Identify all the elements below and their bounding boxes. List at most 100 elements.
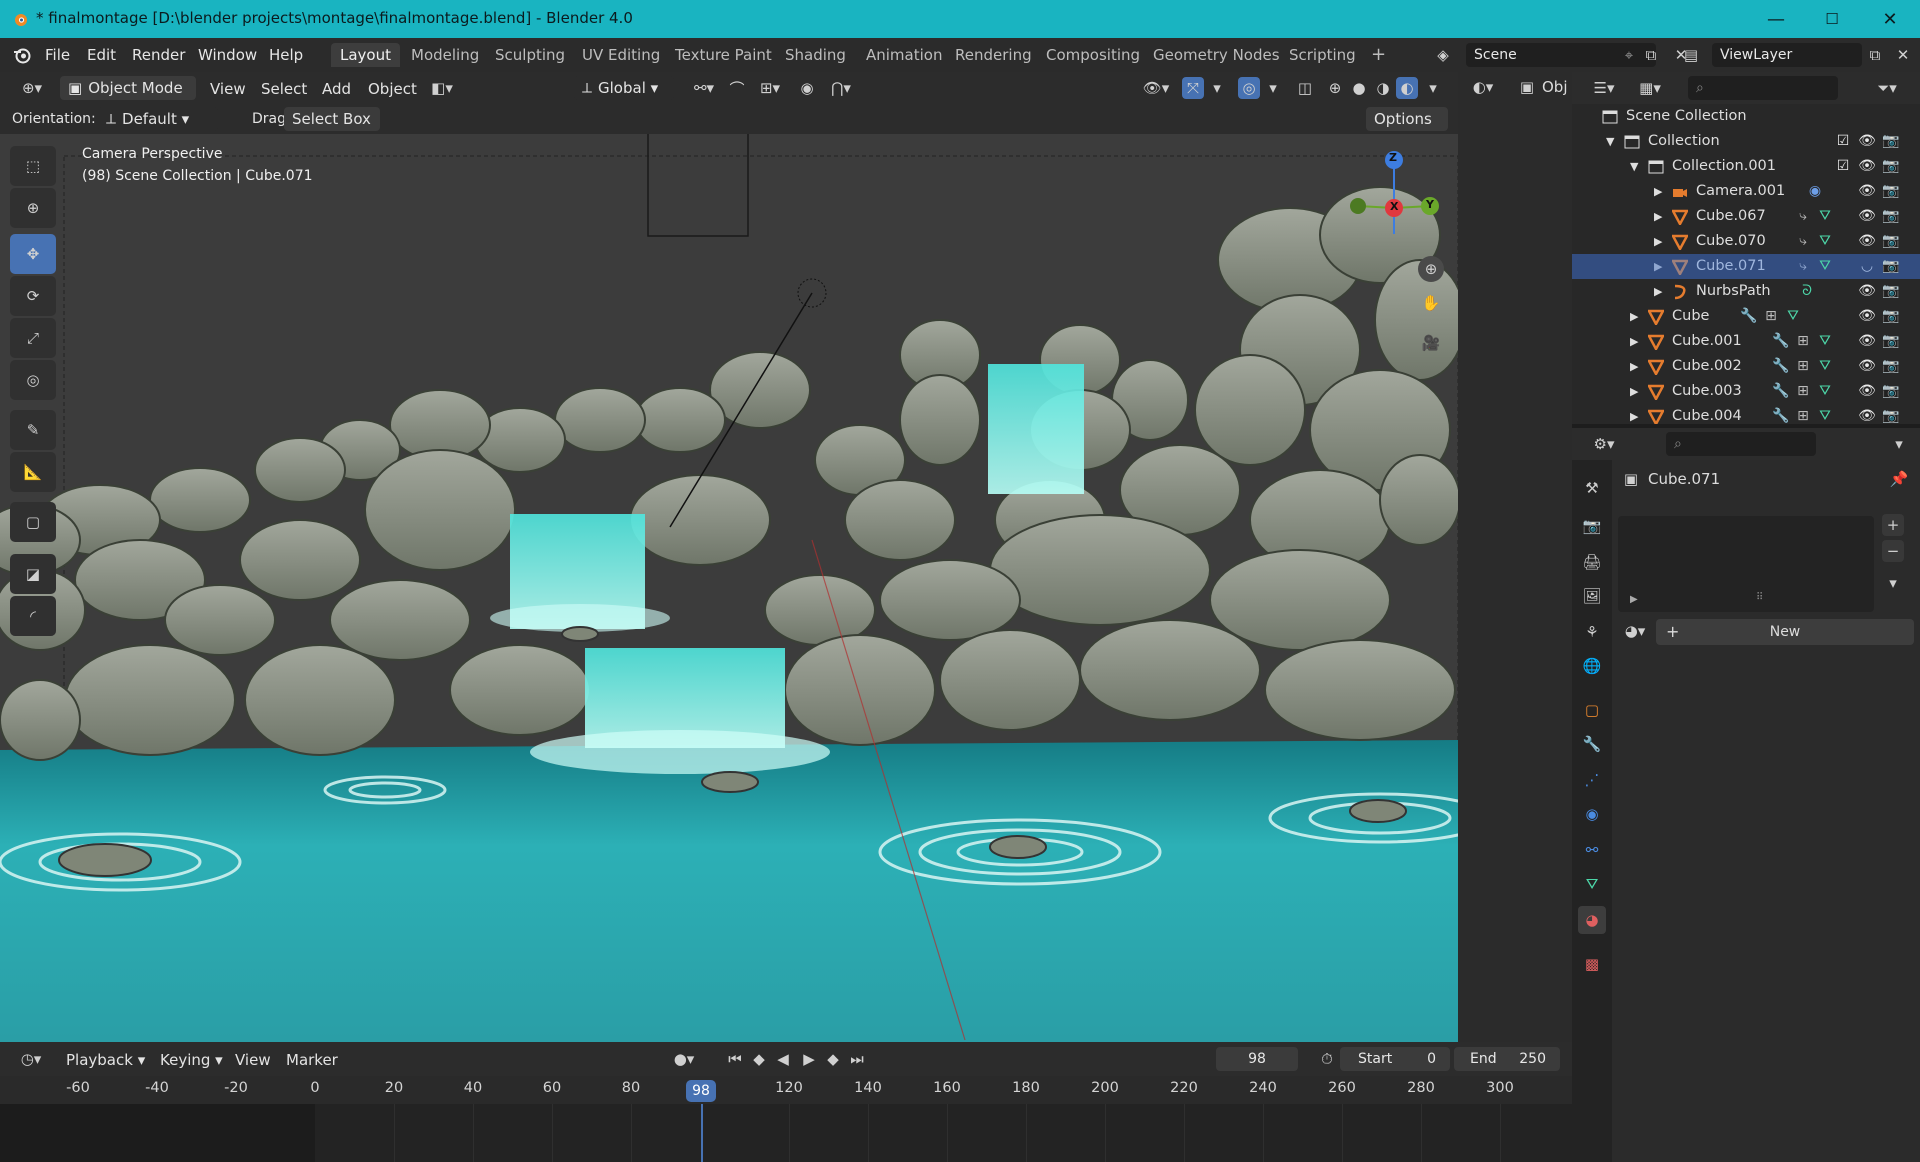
wrench-icon[interactable]: 🔧 (1740, 307, 1758, 325)
outliner-row-selected[interactable]: ▶ Cube.071 ⤷ ⛛ ◡ 📷 (1572, 254, 1920, 279)
mesh-data-icon[interactable]: ⛛ (1816, 407, 1834, 424)
vertex-groups-icon[interactable]: ⊞ (1794, 407, 1812, 424)
visibility-icon[interactable]: 👁▾ (1138, 77, 1174, 99)
particles-tab-icon[interactable]: ⋰ (1578, 766, 1606, 794)
maximize-button[interactable]: ☐ (1804, 0, 1860, 38)
current-frame-field[interactable]: 98 (1216, 1047, 1298, 1071)
next-keyframe-icon[interactable]: ◆ (822, 1048, 844, 1070)
pan-hand-icon[interactable]: ✋ (1418, 290, 1444, 316)
data-tab-icon[interactable]: ⛛ (1578, 870, 1606, 898)
mesh-data-icon[interactable]: ⛛ (1816, 382, 1834, 400)
scene-selector-icon[interactable]: ◈ (1432, 44, 1454, 66)
expand-arrow-icon[interactable]: ▶ (1654, 254, 1662, 279)
timeline-ruler[interactable]: -60 -40 -20 0 20 40 60 80 120 140 160 18… (0, 1076, 1572, 1104)
cursor-tool[interactable]: ⊕ (10, 188, 56, 228)
new-material-button[interactable]: + New (1656, 619, 1914, 645)
checkbox-icon[interactable]: ☑ (1834, 157, 1852, 175)
extra-tool-1[interactable]: ◪ (10, 554, 56, 594)
tab-compositing[interactable]: Compositing (1037, 43, 1149, 67)
eye-icon[interactable]: 👁 (1858, 307, 1876, 325)
camera-render-icon[interactable]: 📷 (1882, 357, 1900, 375)
outliner-row[interactable]: ▶ Cube.001 🔧 ⊞ ⛛ 👁 📷 (1572, 329, 1920, 354)
outliner-search[interactable]: ⌕ (1688, 76, 1838, 100)
tab-modeling[interactable]: Modeling (402, 43, 488, 67)
object-type-icon[interactable]: ▣ (1516, 76, 1538, 98)
tab-geometry-nodes[interactable]: Geometry Nodes (1144, 43, 1289, 67)
eye-icon[interactable]: 👁 (1858, 232, 1876, 250)
tab-uv-editing[interactable]: UV Editing (573, 43, 669, 67)
wrench-icon[interactable]: 🔧 (1772, 332, 1790, 350)
overlay-toggle-icon[interactable]: ◎ (1238, 77, 1260, 99)
tab-texture-paint[interactable]: Texture Paint (666, 43, 781, 67)
pivot-point-icon[interactable]: ⚯▾ (684, 77, 724, 99)
camera-render-icon[interactable]: 📷 (1882, 257, 1900, 275)
select-box-tool[interactable]: ⬚ (10, 146, 56, 186)
close-button[interactable]: ✕ (1862, 0, 1918, 38)
timeline-menu-view[interactable]: View (235, 1048, 271, 1072)
display-mode-icon[interactable]: ▦▾ (1632, 77, 1668, 99)
vertex-groups-icon[interactable]: ⊞ (1794, 332, 1812, 350)
viewlayer-icon[interactable]: ▤ (1680, 44, 1702, 66)
expand-arrow-icon[interactable]: ▶ (1654, 179, 1662, 204)
menu-file[interactable]: File (45, 46, 70, 64)
eye-icon[interactable]: 👁 (1858, 282, 1876, 300)
play-icon[interactable]: ▶ (798, 1048, 820, 1070)
camera-render-icon[interactable]: 📷 (1882, 382, 1900, 400)
tab-scripting[interactable]: Scripting (1280, 43, 1365, 67)
add-cube-tool[interactable]: ▢ (10, 502, 56, 542)
expand-arrow-icon[interactable]: ▶ (1654, 229, 1662, 254)
outliner-row[interactable]: Scene Collection (1572, 104, 1920, 129)
camera-render-icon[interactable]: 📷 (1882, 132, 1900, 150)
filter-icon[interactable]: ⏷▾ (1872, 77, 1902, 99)
add-workspace-button[interactable]: + (1362, 43, 1395, 67)
pin-icon[interactable]: 📌 (1888, 468, 1910, 490)
zoom-icon[interactable]: ⊕ (1418, 256, 1444, 282)
outliner-row[interactable]: ▼ Collection.001 ☑ 👁 📷 (1572, 154, 1920, 179)
physics-tab-icon[interactable]: ◉ (1578, 800, 1606, 828)
measure-tool[interactable]: 📐 (10, 452, 56, 492)
eye-icon[interactable]: 👁 (1858, 357, 1876, 375)
properties-options-icon[interactable]: ▾ (1888, 433, 1910, 455)
world-tab-icon[interactable]: 🌐 (1578, 652, 1606, 680)
viewport-menu-view[interactable]: View (210, 77, 246, 101)
annotate-tool[interactable]: ✎ (10, 410, 56, 450)
playhead-label[interactable]: 98 (686, 1080, 716, 1102)
shading-menu-icon[interactable]: ▾ (1422, 77, 1444, 99)
camera-data-icon[interactable]: ◉ (1806, 182, 1824, 200)
outliner-row[interactable]: ▶ Cube 🔧 ⊞ ⛛ 👁 📷 (1572, 304, 1920, 329)
tab-animation[interactable]: Animation (857, 43, 951, 67)
drag-dropdown[interactable]: Select Box ▾ (284, 107, 380, 152)
viewlayer-name-field[interactable]: ViewLayer (1712, 43, 1862, 67)
wrench-icon[interactable]: 🔧 (1772, 357, 1790, 375)
play-reverse-icon[interactable]: ◀ (772, 1048, 794, 1070)
start-frame-field[interactable]: Start 0 (1340, 1047, 1450, 1071)
delete-viewlayer-icon[interactable]: ✕ (1892, 44, 1914, 66)
solid-shading-icon[interactable]: ● (1348, 77, 1370, 99)
jump-start-icon[interactable]: ⏮ (724, 1048, 746, 1070)
expand-arrow-icon[interactable]: ▼ (1606, 129, 1614, 154)
output-tab-icon[interactable]: 🖨 (1578, 548, 1606, 576)
checkbox-icon[interactable]: ☑ (1834, 132, 1852, 150)
tab-sculpting[interactable]: Sculpting (486, 43, 574, 67)
record-button[interactable]: ●▾ (666, 1048, 702, 1070)
camera-render-icon[interactable]: 📷 (1882, 332, 1900, 350)
menu-edit[interactable]: Edit (87, 46, 116, 64)
object-mode-dropdown[interactable]: ▣Object Mode ▾ (60, 76, 196, 121)
modifier-icon[interactable]: ⤷ (1794, 257, 1812, 275)
editor-type-icon[interactable]: ⊕▾ (12, 77, 52, 99)
object-tab-icon[interactable]: ▢ (1578, 696, 1606, 724)
eye-icon[interactable]: 👁 (1858, 157, 1876, 175)
eye-icon[interactable]: 👁 (1858, 182, 1876, 200)
material-browse-icon[interactable]: ◕▾ (1620, 620, 1650, 642)
timeline-editor-icon[interactable]: ◷▾ (14, 1048, 48, 1070)
slot-menu-icon[interactable]: ▾ (1882, 572, 1904, 594)
timeline-menu-keying[interactable]: Keying ▾ (160, 1048, 223, 1072)
modifier-icon[interactable]: ⤷ (1794, 207, 1812, 225)
falloff-icon[interactable]: ⋂▾ (826, 77, 856, 99)
menu-render[interactable]: Render (132, 46, 185, 64)
scale-tool[interactable]: ⤢ (10, 318, 56, 358)
add-slot-button[interactable]: + (1882, 514, 1904, 536)
vertex-groups-icon[interactable]: ⊞ (1794, 357, 1812, 375)
extra-tool-2[interactable]: ◜ (10, 596, 56, 636)
rotate-tool[interactable]: ⟳ (10, 276, 56, 316)
